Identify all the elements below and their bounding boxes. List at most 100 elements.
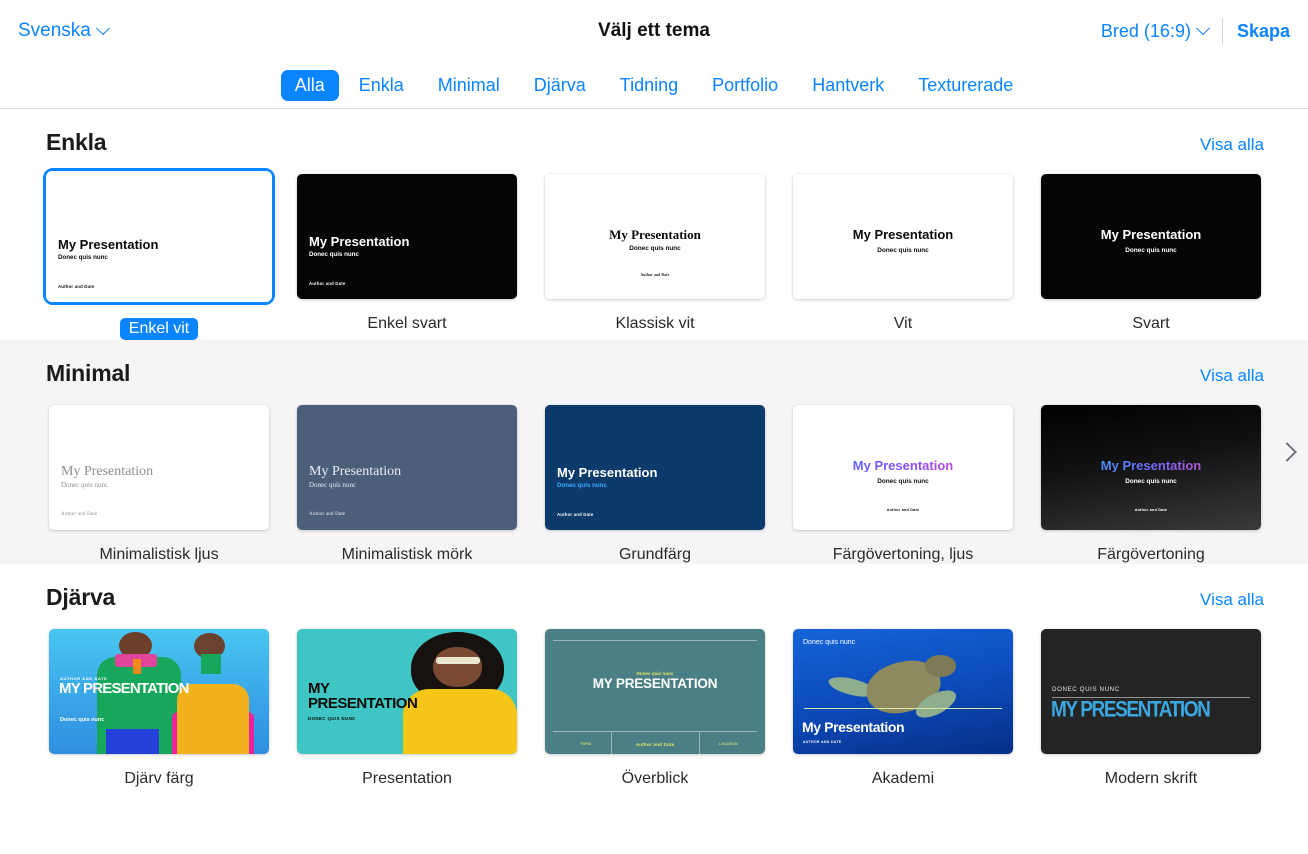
tab-portfolio[interactable]: Portfolio	[698, 70, 792, 101]
theme-thumbnail[interactable]: My Presentation Donec quis nunc	[1041, 174, 1261, 299]
tab-minimal[interactable]: Minimal	[424, 70, 514, 101]
theme-thumbnail-wrap[interactable]: My PresentationDonec quis nuncAuthor and…	[542, 171, 768, 302]
theme-thumbnail-wrap[interactable]: My PresentationDonec quis nuncAuthor and…	[790, 402, 1016, 533]
theme-thumbnail[interactable]: My PresentationDonec quis nuncAuthor and…	[297, 405, 517, 530]
theme-card--verblick[interactable]: Donec quis nuncMY PRESENTATIONTOPICAutho…	[542, 626, 790, 788]
theme-thumbnail-wrap[interactable]: Donec quis nuncMY PRESENTATIONTOPICAutho…	[542, 626, 768, 757]
toolbar-right-group: Bred (16:9) Skapa	[1101, 18, 1290, 44]
slide-preview: My PresentationDonec quis nuncAuthor and…	[1041, 405, 1261, 530]
section-djärva: Djärva Visa alla AUTHOR AND DATEMY PRESENT…	[0, 564, 1308, 788]
see-all-link[interactable]: Visa alla	[1200, 135, 1264, 155]
theme-thumbnail[interactable]: DONEC QUIS NUNCMY PRESENTATION	[1041, 629, 1261, 754]
theme-card-enkel-svart[interactable]: My Presentation Donec quis nunc Author and…	[294, 171, 542, 340]
theme-card-klassisk-vit[interactable]: My PresentationDonec quis nuncAuthor and…	[542, 171, 790, 340]
theme-chooser-content[interactable]: EnklaVisa allaMy PresentationDonec quis …	[0, 109, 1308, 853]
theme-thumbnail[interactable]: My PresentationDonec quis nuncAuthor and…	[545, 174, 765, 299]
theme-card-grundf-rg[interactable]: My PresentationDonec quis nuncAuthor and…	[542, 402, 790, 564]
section-title: Minimal	[46, 360, 130, 387]
aspect-ratio-label: Bred (16:9)	[1101, 21, 1191, 42]
slide-title: My Presentation	[58, 238, 158, 252]
slide-subtitle: Donec quis nunc	[60, 717, 104, 723]
slide-preview: My PresentationDonec quis nunc	[793, 174, 1013, 299]
language-selector[interactable]: Svenska	[18, 20, 108, 42]
theme-thumbnail-wrap[interactable]: My Presentation Donec quis nunc	[1038, 171, 1264, 302]
aspect-ratio-selector[interactable]: Bred (16:9)	[1101, 21, 1208, 42]
create-button[interactable]: Skapa	[1237, 21, 1290, 42]
slide-title: My Presentation	[557, 466, 657, 480]
theme-thumbnail-wrap[interactable]: DONEC QUIS NUNCMY PRESENTATION	[1038, 626, 1264, 757]
theme-name-label: Svart	[1038, 315, 1264, 333]
theme-card-akademi[interactable]: Donec quis nuncMy PresentationAUTHOR AND…	[790, 626, 1038, 788]
theme-card-svart[interactable]: My Presentation Donec quis nunc Svart	[1038, 171, 1286, 340]
theme-thumbnail-wrap[interactable]: My PresentationDonec quis nuncAuthor and…	[43, 168, 275, 305]
tab-hantverk[interactable]: Hantverk	[798, 70, 898, 101]
theme-thumbnail[interactable]: My PresentationDonec quis nuncAuthor and…	[1041, 405, 1261, 530]
theme-thumbnail-wrap[interactable]: My PresentationDonec quis nuncAuthor and…	[294, 402, 520, 533]
theme-thumbnail-wrap[interactable]: My PresentationDonec quis nunc	[790, 171, 1016, 302]
section-minimal: MinimalVisa allaMy PresentationDonec qui…	[0, 340, 1308, 564]
slide-preview: MY PRESENTATION DONEC QUIS NUNC	[297, 629, 517, 754]
theme-card-presentation[interactable]: MY PRESENTATIONDONEC QUIS NUNCPresentati…	[294, 626, 542, 788]
theme-thumbnail-wrap[interactable]: My PresentationDonec quis nuncAuthor and…	[1038, 402, 1264, 533]
slide-subtitle: Donec quis nunc	[1041, 247, 1261, 254]
theme-thumbnail[interactable]: My PresentationDonec quis nuncAuthor and…	[49, 405, 269, 530]
theme-name-label: Minimalistisk ljus	[46, 546, 272, 564]
slide-title: MY PRESENTATION	[308, 681, 418, 711]
tab-tidning[interactable]: Tidning	[606, 70, 692, 101]
next-page-arrow-button[interactable]	[1274, 431, 1300, 473]
slide-subtitle: Donec quis nunc	[545, 245, 765, 252]
theme-thumbnail[interactable]: MY PRESENTATION DONEC QUIS NUNC	[297, 629, 517, 754]
slide-title: MY PRESENTATION	[545, 677, 765, 691]
section-header: Enkla Visa alla	[0, 109, 1308, 156]
theme-thumbnail[interactable]: My Presentation Donec quis nunc Author and…	[297, 174, 517, 299]
slide-title: My Presentation	[309, 235, 409, 249]
tab-djärva[interactable]: Djärva	[520, 70, 600, 101]
divider	[553, 640, 757, 641]
chevron-down-icon	[96, 21, 110, 35]
theme-thumbnail-wrap[interactable]: MY PRESENTATION DONEC QUIS NUNC	[294, 626, 520, 757]
theme-card-f-rg-vertoning[interactable]: My PresentationDonec quis nuncAuthor and…	[1038, 402, 1286, 564]
theme-thumbnail[interactable]: Donec quis nuncMY PRESENTATIONTOPICAutho…	[545, 629, 765, 754]
slide-preview: AUTHOR AND DATEMY PRESENTATIONDonec quis…	[49, 629, 269, 754]
theme-thumbnail[interactable]: My PresentationDonec quis nuncAuthor and…	[793, 405, 1013, 530]
section-title: Enkla	[46, 129, 106, 156]
theme-card-dj-rv-f-rg[interactable]: AUTHOR AND DATEMY PRESENTATIONDonec quis…	[46, 626, 294, 788]
theme-card-modern-skrift[interactable]: DONEC QUIS NUNCMY PRESENTATIONModern skr…	[1038, 626, 1286, 788]
slide-title: My Presentation	[793, 228, 1013, 242]
tab-alla[interactable]: Alla	[281, 70, 339, 101]
theme-card-f-rg-vertoning-ljus[interactable]: My PresentationDonec quis nuncAuthor and…	[790, 402, 1038, 564]
theme-name-label: Akademi	[790, 770, 1016, 788]
theme-thumbnail[interactable]: My PresentationDonec quis nunc	[793, 174, 1013, 299]
slide-subtitle: Donec quis nunc	[557, 483, 607, 490]
theme-thumbnail[interactable]: Donec quis nuncMy PresentationAUTHOR AND…	[793, 629, 1013, 754]
slide-subtitle: Donec quis nunc	[309, 252, 359, 259]
theme-name-label: Enkel svart	[294, 315, 520, 333]
theme-thumbnail-wrap[interactable]: My PresentationDonec quis nuncAuthor and…	[46, 402, 272, 533]
tab-texturerade[interactable]: Texturerade	[904, 70, 1027, 101]
theme-thumbnail[interactable]: AUTHOR AND DATEMY PRESENTATIONDonec quis…	[49, 629, 269, 754]
theme-thumbnail-wrap[interactable]: AUTHOR AND DATEMY PRESENTATIONDonec quis…	[46, 626, 272, 757]
slide-title: My Presentation	[1041, 228, 1261, 242]
theme-card-vit[interactable]: My PresentationDonec quis nuncVit	[790, 171, 1038, 340]
theme-thumbnail-wrap[interactable]: My Presentation Donec quis nunc Author and…	[294, 171, 520, 302]
theme-card-minimalistisk-m-rk[interactable]: My PresentationDonec quis nuncAuthor and…	[294, 402, 542, 564]
slide-author: Author and Date	[309, 281, 345, 286]
theme-thumbnail-wrap[interactable]: My PresentationDonec quis nuncAuthor and…	[542, 402, 768, 533]
slide-preview: Donec quis nuncMy PresentationAUTHOR AND…	[793, 629, 1013, 754]
tab-enkla[interactable]: Enkla	[345, 70, 418, 101]
slide-preview: My Presentation Donec quis nunc Author and…	[297, 174, 517, 299]
theme-thumbnail-wrap[interactable]: Donec quis nuncMy PresentationAUTHOR AND…	[790, 626, 1016, 757]
section-title: Djärva	[46, 584, 115, 611]
theme-name-label: Minimalistisk mörk	[294, 546, 520, 564]
theme-name-label: Överblick	[542, 770, 768, 788]
theme-thumbnail[interactable]: My PresentationDonec quis nuncAuthor and…	[545, 405, 765, 530]
slide-subtitle: DONEC QUIS NUNC	[308, 717, 356, 722]
see-all-link[interactable]: Visa alla	[1200, 366, 1264, 386]
theme-thumbnail[interactable]: My PresentationDonec quis nuncAuthor and…	[46, 171, 272, 302]
slide-subtitle: Donec quis nunc	[58, 255, 108, 262]
slide-author: Author and Date	[61, 512, 97, 517]
theme-card-enkel-vit[interactable]: My PresentationDonec quis nuncAuthor and…	[46, 171, 294, 340]
see-all-link[interactable]: Visa alla	[1200, 590, 1264, 610]
theme-card-minimalistisk-ljus[interactable]: My PresentationDonec quis nuncAuthor and…	[46, 402, 294, 564]
theme-name-label: Färgövertoning, ljus	[790, 546, 1016, 564]
